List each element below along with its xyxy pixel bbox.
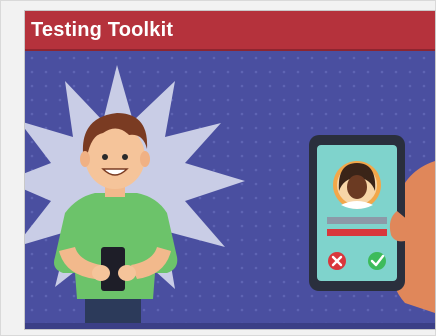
title-bar: Testing Toolkit <box>25 11 435 51</box>
person-hand-right <box>118 265 136 281</box>
person-eye-right <box>122 154 128 160</box>
video-card[interactable]: Testing Toolkit <box>25 11 435 329</box>
phone-device <box>309 135 405 291</box>
avatar-face <box>347 175 367 199</box>
accept-button <box>368 252 386 270</box>
person-ear-right <box>140 151 150 167</box>
person-hand-left <box>92 265 110 281</box>
person-ear-left <box>80 151 90 167</box>
person-eye-left <box>102 154 108 160</box>
info-line-2 <box>327 229 387 236</box>
card-title: Testing Toolkit <box>31 19 174 41</box>
illustration <box>25 51 435 329</box>
screenshot-frame: Testing Toolkit <box>0 0 436 336</box>
bottom-strip <box>25 323 435 329</box>
info-line-1 <box>327 217 387 224</box>
